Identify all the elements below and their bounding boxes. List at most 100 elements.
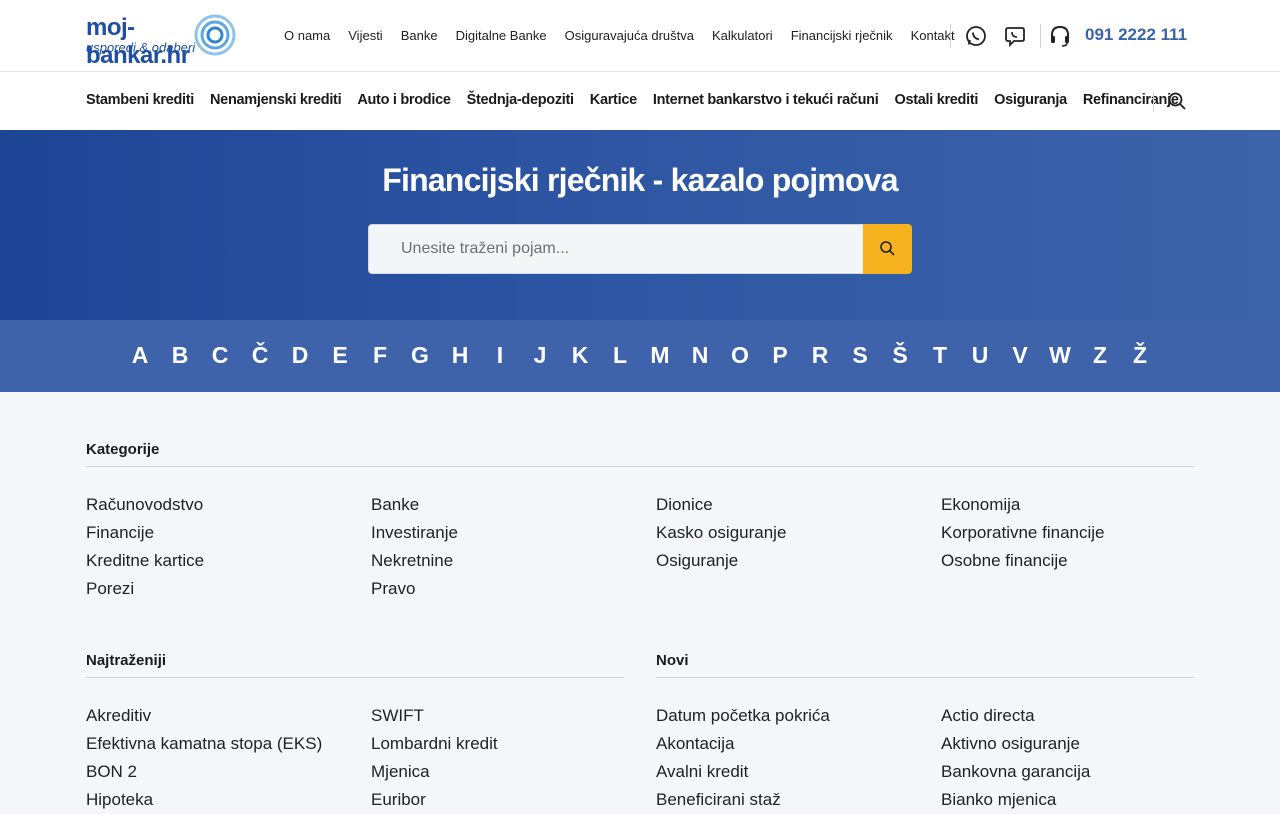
letter-link[interactable]: B — [160, 342, 200, 369]
search-button[interactable] — [863, 224, 912, 274]
topnav-o-nama[interactable]: O nama — [284, 28, 330, 43]
letter-link[interactable]: O — [720, 342, 760, 369]
most-searched-column-2: SWIFT Lombardni kredit Mjenica Euribor — [371, 702, 498, 814]
letter-link[interactable]: T — [920, 342, 960, 369]
letter-link[interactable]: E — [320, 342, 360, 369]
term-link[interactable]: Lombardni kredit — [371, 730, 498, 758]
category-link[interactable]: Investiranje — [371, 519, 458, 547]
search-icon[interactable] — [1167, 91, 1187, 111]
category-link[interactable]: Računovodstvo — [86, 491, 204, 519]
term-link[interactable]: SWIFT — [371, 702, 498, 730]
categories-title: Kategorije — [86, 441, 160, 458]
letter-link[interactable]: H — [440, 342, 480, 369]
site-logo[interactable]: moj-bankar.hr usporedi & odaberi — [86, 14, 238, 69]
category-link[interactable]: Financije — [86, 519, 204, 547]
catnav-osiguranja[interactable]: Osiguranja — [994, 92, 1067, 108]
catnav-ostali-krediti[interactable]: Ostali krediti — [894, 92, 978, 108]
catnav-auto-i-brodice[interactable]: Auto i brodice — [357, 92, 451, 108]
divider — [1040, 24, 1041, 48]
category-link[interactable]: Kreditne kartice — [86, 547, 204, 575]
categories-column-1: Računovodstvo Financije Kreditne kartice Po… — [86, 491, 204, 603]
letter-link[interactable]: N — [680, 342, 720, 369]
topnav-kontakt[interactable]: Kontakt — [911, 28, 955, 43]
catnav-internet-bankarstvo[interactable]: Internet bankarstvo i tekući računi — [653, 92, 879, 108]
letter-link[interactable]: Č — [240, 342, 280, 369]
letter-link[interactable]: R — [800, 342, 840, 369]
most-searched-title: Najtraženiji — [86, 652, 167, 669]
divider — [656, 677, 1194, 678]
letter-link[interactable]: S — [840, 342, 880, 369]
category-link[interactable]: Kasko osiguranje — [656, 519, 786, 547]
term-link[interactable]: Efektivna kamatna stopa (EKS) — [86, 730, 322, 758]
letter-link[interactable]: V — [1000, 342, 1040, 369]
term-link[interactable]: Mjenica — [371, 758, 498, 786]
letter-link[interactable]: F — [360, 342, 400, 369]
divider — [86, 466, 1194, 467]
topnav-vijesti[interactable]: Vijesti — [348, 28, 382, 43]
letter-link[interactable]: U — [960, 342, 1000, 369]
letter-link[interactable]: A — [120, 342, 160, 369]
new-terms-column-2: Actio directa Aktivno osiguranje Bankovna … — [941, 702, 1090, 814]
topnav-financijski-rjecnik[interactable]: Financijski rječnik — [791, 28, 893, 43]
category-link[interactable]: Korporativne financije — [941, 519, 1104, 547]
category-link[interactable]: Osiguranje — [656, 547, 786, 575]
most-searched-column-1: Akreditiv Efektivna kamatna stopa (EKS) BO… — [86, 702, 322, 814]
phone-number[interactable]: 091 2222 111 — [1085, 25, 1187, 45]
topnav-digitalne-banke[interactable]: Digitalne Banke — [456, 28, 547, 43]
letter-link[interactable]: Ž — [1120, 342, 1160, 369]
catnav-stambeni-krediti[interactable]: Stambeni krediti — [86, 92, 194, 108]
term-link[interactable]: Bianko mjenica — [941, 786, 1090, 814]
letter-link[interactable]: G — [400, 342, 440, 369]
letter-link[interactable]: I — [480, 342, 520, 369]
letter-link[interactable]: J — [520, 342, 560, 369]
letter-link[interactable]: W — [1040, 342, 1080, 369]
category-link[interactable]: Pravo — [371, 575, 458, 603]
categories-column-2: Banke Investiranje Nekretnine Pravo — [371, 491, 458, 603]
term-link[interactable]: Hipoteka — [86, 786, 322, 814]
page-title: Financijski rječnik - kazalo pojmova — [382, 162, 898, 198]
catnav-refinanciranje[interactable]: Refinanciranje — [1083, 92, 1179, 108]
letter-link[interactable]: K — [560, 342, 600, 369]
term-link[interactable]: Avalni kredit — [656, 758, 830, 786]
category-link[interactable]: Dionice — [656, 491, 786, 519]
category-link[interactable]: Porezi — [86, 575, 204, 603]
category-link[interactable]: Nekretnine — [371, 547, 458, 575]
divider — [950, 24, 951, 48]
letter-link[interactable]: Z — [1080, 342, 1120, 369]
topnav-kalkulatori[interactable]: Kalkulatori — [712, 28, 773, 43]
catnav-stednja-depoziti[interactable]: Štednja-depoziti — [467, 92, 574, 108]
category-link[interactable]: Banke — [371, 491, 458, 519]
topnav-banke[interactable]: Banke — [401, 28, 438, 43]
term-link[interactable]: Akreditiv — [86, 702, 322, 730]
term-link[interactable]: Aktivno osiguranje — [941, 730, 1090, 758]
whatsapp-icon[interactable] — [964, 24, 988, 48]
category-link[interactable]: Ekonomija — [941, 491, 1104, 519]
letter-link[interactable]: C — [200, 342, 240, 369]
search-icon — [880, 241, 895, 256]
logo-tagline: usporedi & odaberi — [86, 40, 196, 55]
term-link[interactable]: Euribor — [371, 786, 498, 814]
category-link[interactable]: Osobne financije — [941, 547, 1104, 575]
letter-link[interactable]: D — [280, 342, 320, 369]
logo-swirl-icon — [194, 14, 236, 56]
topnav-osiguravajuca-drustva[interactable]: Osiguravajuća društva — [565, 28, 694, 43]
letter-link[interactable]: M — [640, 342, 680, 369]
categories-column-3: Dionice Kasko osiguranje Osiguranje — [656, 491, 786, 575]
term-link[interactable]: Actio directa — [941, 702, 1090, 730]
letter-link[interactable]: L — [600, 342, 640, 369]
term-link[interactable]: Datum početka pokrića — [656, 702, 830, 730]
term-link[interactable]: Beneficirani staž — [656, 786, 830, 814]
term-link[interactable]: BON 2 — [86, 758, 322, 786]
term-link[interactable]: Akontacija — [656, 730, 830, 758]
viber-icon[interactable] — [1003, 24, 1027, 48]
letter-link[interactable]: Š — [880, 342, 920, 369]
headset-icon — [1051, 25, 1069, 47]
catnav-nenamjenski-krediti[interactable]: Nenamjenski krediti — [210, 92, 342, 108]
top-bar: moj-bankar.hr usporedi & odaberi O nama … — [0, 0, 1280, 72]
catnav-kartice[interactable]: Kartice — [590, 92, 637, 108]
new-terms-title: Novi — [656, 652, 689, 669]
glossary-search-input[interactable] — [368, 224, 864, 274]
term-link[interactable]: Bankovna garancija — [941, 758, 1090, 786]
letter-link[interactable]: P — [760, 342, 800, 369]
categories-column-4: Ekonomija Korporativne financije Osobne fi… — [941, 491, 1104, 575]
